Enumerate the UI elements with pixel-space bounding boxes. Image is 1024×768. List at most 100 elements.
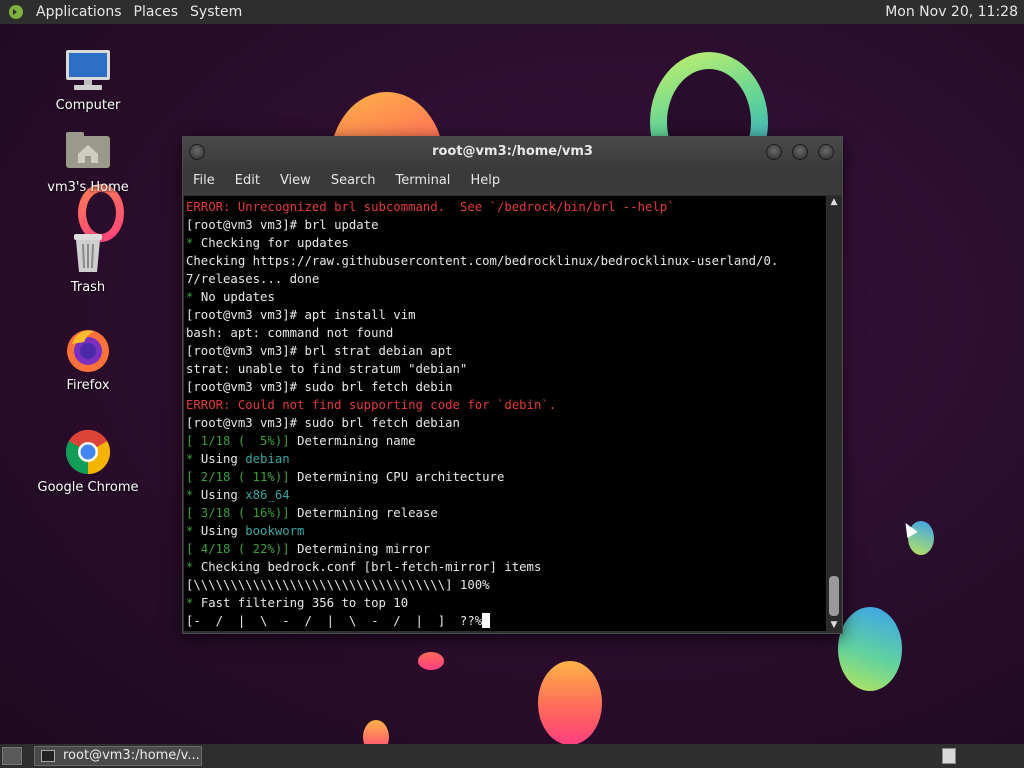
menu-file[interactable]: File [183,167,225,195]
workspace-switcher[interactable] [942,748,956,764]
terminal-text: x86_64 [245,488,290,502]
home-folder-icon [64,128,112,176]
terminal-text: [root@vm3 vm3]# sudo brl fetch debin [186,380,453,394]
maximize-button[interactable] [792,144,808,160]
bottom-panel: root@vm3:/home/v... [0,744,1024,768]
terminal-text: [root@vm3 vm3]# brl strat debian apt [186,344,453,358]
terminal-line: [ 4/18 ( 22%)] Determining mirror [186,540,826,558]
terminal-text: strat: unable to find stratum "debian" [186,362,468,376]
terminal-window[interactable]: root@vm3:/home/vm3 File Edit View Search… [182,136,843,634]
terminal-text: [\\\\\\\\\\\\\\\\\\\\\\\\\\\\\\\\\\] 100… [186,578,490,592]
terminal-text: [ 3/18 ( 16%)] [186,506,298,520]
terminal-line: bash: apt: command not found [186,324,826,342]
window-title: root@vm3:/home/vm3 [432,144,593,159]
desktop-icon-firefox[interactable]: Firefox [28,326,148,393]
scroll-down-arrow-icon[interactable]: ▼ [827,619,841,631]
scrollbar-thumb[interactable] [829,576,839,616]
terminal-text: * [186,524,201,538]
terminal-line: * Using bookworm [186,522,826,540]
terminal-text: [- / | \ - / | \ - / | ] ??% [186,614,483,628]
terminal-line: * Checking for updates [186,234,826,252]
terminal-line: [root@vm3 vm3]# apt install vim [186,306,826,324]
desktop-icon-chrome[interactable]: Google Chrome [28,428,148,495]
terminal-text: Checking bedrock.conf [brl-fetch-mirror]… [200,560,542,574]
terminal-text: ERROR: Could not find supporting code fo… [186,398,557,412]
taskbar-item-terminal[interactable]: root@vm3:/home/v... [34,746,202,766]
terminal-line: [root@vm3 vm3]# sudo brl fetch debin [186,378,826,396]
terminal-line: * Using debian [186,450,826,468]
terminal-text: Determining release [297,506,438,520]
menu-edit[interactable]: Edit [225,167,270,195]
terminal-text: ERROR: Unrecognized brl subcommand. See … [186,200,675,214]
taskbar-item-label: root@vm3:/home/v... [63,748,200,763]
terminal-line: [root@vm3 vm3]# brl strat debian apt [186,342,826,360]
mate-logo-icon[interactable] [8,4,24,20]
desktop-icon-trash[interactable]: Trash [28,228,148,295]
terminal-text: Determining name [297,434,416,448]
menu-search[interactable]: Search [321,167,386,195]
desktop-icon-label: Computer [55,98,121,113]
terminal-text: * [186,560,201,574]
show-desktop-button[interactable] [2,747,22,765]
terminal-text: Determining mirror [297,542,431,556]
terminal-line: * Using x86_64 [186,486,826,504]
menu-help[interactable]: Help [460,167,510,195]
terminal-text: Checking https://raw.githubusercontent.c… [186,254,779,268]
terminal-line: [- / | \ - / | \ - / | ] ??% [186,612,826,630]
terminal-line: [root@vm3 vm3]# brl update [186,216,826,234]
terminal-text: * [186,236,201,250]
menu-view[interactable]: View [270,167,321,195]
terminal-line: ERROR: Could not find supporting code fo… [186,396,826,414]
terminal-menubar: File Edit View Search Terminal Help [183,167,842,195]
terminal-text: 7/releases... done [186,272,320,286]
terminal-text: Using [200,452,246,466]
terminal-text: * [186,596,201,610]
wallpaper-orange-blob-bottom [538,661,602,745]
chrome-icon [64,428,112,476]
desktop-icon-label: vm3's Home [47,180,129,195]
terminal-cursor [482,613,491,628]
applications-menu[interactable]: Applications [30,0,128,24]
places-menu[interactable]: Places [128,0,185,24]
computer-icon [64,46,112,94]
minimize-button[interactable] [766,144,782,160]
wallpaper-tiny-red-blob [418,652,444,670]
terminal-text: [root@vm3 vm3]# sudo brl fetch debian [186,416,460,430]
terminal-output[interactable]: ERROR: Unrecognized brl subcommand. See … [184,196,826,631]
desktop-icon-label: Trash [70,280,106,295]
clock[interactable]: Mon Nov 20, 11:28 [885,4,1024,20]
system-menu[interactable]: System [184,0,248,24]
desktop-icon-computer[interactable]: Computer [28,46,148,113]
terminal-line: * Fast filtering 356 to top 10 [186,594,826,612]
close-button[interactable] [818,144,834,160]
terminal-text: Determining CPU architecture [297,470,505,484]
terminal-text: * [186,488,201,502]
terminal-line: [ 3/18 ( 16%)] Determining release [186,504,826,522]
terminal-text: * [186,452,201,466]
terminal-scrollbar[interactable]: ▲ ▼ [827,196,841,631]
terminal-line: * No updates [186,288,826,306]
terminal-text: Fast filtering 356 to top 10 [200,596,409,610]
terminal-text: bookworm [245,524,305,538]
desktop-icon-label: Firefox [66,378,110,393]
terminal-line: [ 1/18 ( 5%)] Determining name [186,432,826,450]
scroll-up-arrow-icon[interactable]: ▲ [827,196,841,208]
firefox-icon [64,326,112,374]
terminal-line: [\\\\\\\\\\\\\\\\\\\\\\\\\\\\\\\\\\] 100… [186,576,826,594]
terminal-line: [root@vm3 vm3]# sudo brl fetch debian [186,414,826,432]
wallpaper-blue-blob [838,607,902,691]
top-panel: Applications Places System Mon Nov 20, 1… [0,0,1024,24]
terminal-text: * [186,290,201,304]
terminal-text: [root@vm3 vm3]# apt install vim [186,308,416,322]
terminal-text: [ 2/18 ( 11%)] [186,470,298,484]
terminal-text: [root@vm3 vm3]# brl update [186,218,379,232]
terminal-line: * Checking bedrock.conf [brl-fetch-mirro… [186,558,826,576]
terminal-text: Using [200,524,246,538]
terminal-line: 7/releases... done [186,270,826,288]
terminal-text: No updates [200,290,275,304]
terminal-text: [ 1/18 ( 5%)] [186,434,298,448]
menu-terminal[interactable]: Terminal [385,167,460,195]
window-titlebar[interactable]: root@vm3:/home/vm3 [183,137,842,167]
desktop-icon-home[interactable]: vm3's Home [28,128,148,195]
window-menu-button[interactable] [189,144,205,160]
